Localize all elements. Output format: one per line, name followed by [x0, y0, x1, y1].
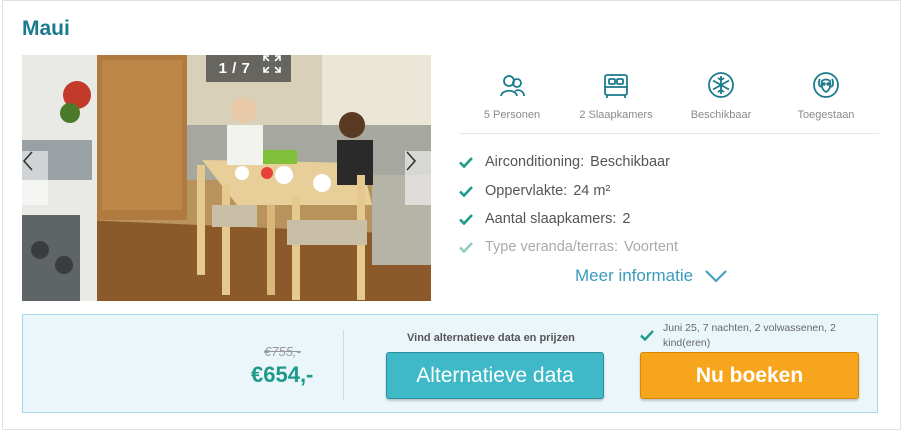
expand-icon[interactable]	[263, 55, 291, 82]
feature-value: 2	[622, 211, 631, 227]
gallery-photo	[22, 55, 431, 301]
feature-slaapkamers: Aantal slaapkamers: 2	[459, 209, 630, 229]
photo-counter: 1 / 7	[206, 55, 263, 82]
booking-separator	[343, 330, 344, 400]
amenity-bedrooms: 2 Slaapkamers	[561, 70, 671, 121]
chevron-left-icon	[22, 151, 33, 171]
feature-name: Airconditioning:	[485, 154, 585, 170]
amenity-pets: Toegestaan	[771, 70, 881, 121]
check-icon	[459, 156, 485, 168]
feature-veranda: Type veranda/terras: Voortent	[459, 237, 678, 257]
more-info-link[interactable]: Meer informatie	[575, 266, 727, 286]
amenity-airco: Beschikbaar	[666, 70, 776, 121]
old-price: €755,-	[264, 344, 301, 359]
amenity-label: 2 Slaapkamers	[579, 109, 653, 121]
gallery-prev-button[interactable]	[22, 151, 48, 205]
check-icon	[459, 185, 485, 197]
check-icon	[640, 330, 654, 346]
booking-summary-text: Juni 25, 7 nachten, 2 volwassenen, 2 kin…	[663, 322, 836, 349]
chevron-down-icon	[705, 269, 727, 282]
chevron-right-icon	[406, 151, 417, 171]
photo-gallery[interactable]: 1 / 7	[22, 55, 431, 301]
amenity-persons: 5 Personen	[457, 70, 567, 121]
amenity-label: Beschikbaar	[690, 109, 752, 121]
feature-name: Type veranda/terras:	[485, 239, 618, 255]
snowflake-icon	[666, 70, 776, 100]
feature-value: Beschikbaar	[590, 154, 670, 170]
new-price: €654,-	[251, 362, 314, 387]
feature-airconditioning: Airconditioning: Beschikbaar	[459, 152, 670, 172]
feature-oppervlakte: Oppervlakte: 24 m²	[459, 181, 610, 201]
check-icon	[459, 241, 485, 253]
bed-icon	[561, 70, 671, 100]
feature-name: Oppervlakte:	[485, 183, 568, 199]
gallery-next-button[interactable]	[405, 151, 431, 205]
accommodation-title: Maui	[22, 17, 70, 40]
booking-summary: Juni 25, 7 nachten, 2 volwassenen, 2 kin…	[640, 321, 850, 351]
amenity-label: Toegestaan	[797, 109, 855, 121]
feature-value: Voortent	[624, 239, 679, 255]
amenity-divider	[459, 133, 879, 134]
feature-value: 24 m²	[573, 183, 611, 199]
booking-bar: €755,- €654,- Vind alternatieve data en …	[22, 314, 878, 413]
alt-dates-caption: Vind alternatieve data en prijzen	[407, 332, 575, 344]
check-icon	[459, 213, 485, 225]
dog-icon	[771, 70, 881, 100]
amenity-label: 5 Personen	[483, 109, 541, 121]
feature-name: Aantal slaapkamers:	[485, 211, 617, 227]
alternative-dates-button[interactable]: Alternatieve data	[386, 352, 604, 399]
more-info-label: Meer informatie	[575, 266, 694, 285]
book-now-button[interactable]: Nu boeken	[640, 352, 859, 399]
persons-icon	[457, 70, 567, 100]
